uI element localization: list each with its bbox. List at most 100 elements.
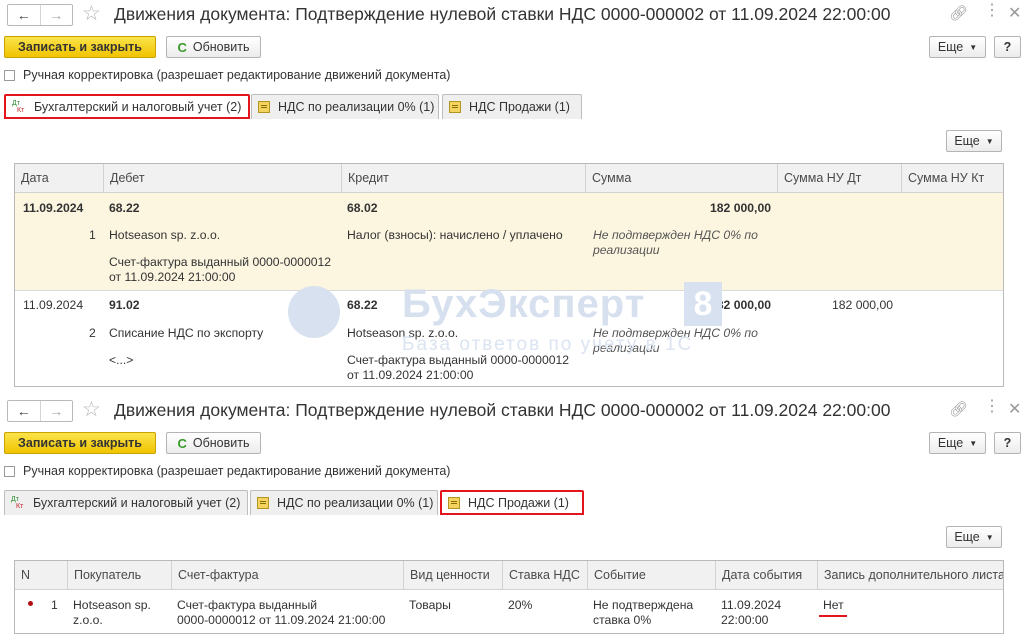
refresh-label: Обновить <box>192 40 250 54</box>
back-button[interactable]: ← <box>8 5 40 25</box>
row-value-type: Товары <box>409 598 451 612</box>
star-icon[interactable]: ☆ <box>82 2 101 26</box>
row-credit-account: 68.02 <box>347 201 378 215</box>
refresh-button[interactable]: C Обновить <box>166 36 261 58</box>
row-number: 1 <box>51 598 58 612</box>
row-note: Не подтвержден НДС 0% по <box>593 326 758 340</box>
movements-table: Дата Дебет Кредит Сумма Сумма НУ Дт Сумм… <box>14 163 1004 387</box>
tab-vat-sales-0[interactable]: НДС по реализации 0% (1) <box>250 490 438 515</box>
col-event-date[interactable]: Дата события <box>715 561 817 589</box>
row-note: Не подтвержден НДС 0% по <box>593 228 758 242</box>
manual-edit-checkbox[interactable] <box>4 465 15 477</box>
row-event-date: 11.09.2024 <box>721 598 782 612</box>
row-date: 11.09.2024 <box>23 298 84 312</box>
row-number: 2 <box>89 326 96 340</box>
register-icon <box>448 496 460 509</box>
more-button[interactable]: Еще ▼ <box>929 432 986 454</box>
row-amount: 182 000,00 <box>710 298 771 312</box>
row-debit-account: 91.02 <box>109 298 140 312</box>
row-credit-account: 68.22 <box>347 298 378 312</box>
dt-kt-icon: Дт Кт <box>12 99 25 114</box>
register-icon <box>449 101 461 113</box>
grid-more-button[interactable]: Еще ▼ <box>946 526 1002 548</box>
forward-button[interactable]: → <box>39 5 73 25</box>
col-nu-dt[interactable]: Сумма НУ Дт <box>777 164 901 192</box>
dt-kt-icon: Дт Кт <box>11 496 24 510</box>
window-title: Движения документа: Подтверждение нулево… <box>114 400 891 420</box>
help-button[interactable]: ? <box>994 432 1021 454</box>
tab-label: Бухгалтерский и налоговый учет (2) <box>33 496 241 510</box>
refresh-label: Обновить <box>192 436 250 450</box>
help-button[interactable]: ? <box>994 36 1021 58</box>
more-label: Еще <box>954 530 980 544</box>
col-nu-kt[interactable]: Сумма НУ Кт <box>901 164 1003 192</box>
row-debit-sub: <...> <box>109 353 134 367</box>
refresh-button[interactable]: C Обновить <box>166 432 261 454</box>
col-extra-sheet[interactable]: Запись дополнительного листа <box>817 561 1003 589</box>
more-icon[interactable]: ⋮ <box>984 398 1000 416</box>
vat-sales-table: N Покупатель Счет-фактура Вид ценности С… <box>14 560 1004 634</box>
row-rate: 20% <box>508 598 533 612</box>
row-event: Не подтверждена <box>593 598 694 612</box>
manual-edit-checkbox-row[interactable]: Ручная корректировка (разрешает редактир… <box>4 464 450 478</box>
tab-accounting[interactable]: Дт Кт Бухгалтерский и налоговый учет (2) <box>4 490 248 515</box>
col-date[interactable]: Дата <box>15 164 103 192</box>
forward-button[interactable]: → <box>39 401 73 421</box>
register-icon <box>258 101 270 113</box>
row-number: 1 <box>89 228 96 242</box>
title-bar: ← → ☆ Движения документа: Подтверждение … <box>0 0 1024 30</box>
tab-vat-sales[interactable]: НДС Продажи (1) <box>440 490 584 515</box>
grid-more-button[interactable]: Еще ▼ <box>946 130 1002 152</box>
chevron-down-icon: ▼ <box>969 438 978 448</box>
row-buyer: Hotseason sp. <box>73 598 151 612</box>
star-icon[interactable]: ☆ <box>82 398 101 422</box>
manual-edit-checkbox[interactable] <box>4 69 15 81</box>
row-note: реализации <box>593 243 660 257</box>
row-invoice: Счет-фактура выданный <box>177 598 318 612</box>
movements-window-1: ← → ☆ Движения документа: Подтверждение … <box>0 0 1024 396</box>
col-invoice[interactable]: Счет-фактура <box>171 561 403 589</box>
more-label: Еще <box>954 134 980 148</box>
col-event[interactable]: Событие <box>587 561 715 589</box>
manual-edit-label: Ручная корректировка (разрешает редактир… <box>23 464 451 478</box>
row-credit-sub: Налог (взносы): начислено / уплачено <box>347 228 563 242</box>
col-buyer[interactable]: Покупатель <box>67 561 171 589</box>
col-n[interactable]: N <box>15 561 67 589</box>
tab-label: Бухгалтерский и налоговый учет (2) <box>34 99 242 114</box>
link-icon[interactable]: 🔗︎ <box>949 400 968 418</box>
col-credit[interactable]: Кредит <box>341 164 585 192</box>
tab-vat-sales-0[interactable]: НДС по реализации 0% (1) <box>251 94 439 119</box>
tab-label: НДС по реализации 0% (1) <box>278 100 435 114</box>
manual-edit-label: Ручная корректировка (разрешает редактир… <box>23 68 451 82</box>
row-debit-sub: Hotseason sp. z.o.o. <box>109 228 221 242</box>
title-bar: ← → ☆ Движения документа: Подтверждение … <box>0 396 1024 426</box>
row-invoice: 0000-0000012 от 11.09.2024 21:00:00 <box>177 613 386 627</box>
close-icon[interactable]: ✕ <box>1008 399 1021 419</box>
tab-label: НДС Продажи (1) <box>469 100 570 114</box>
record-active-icon <box>28 601 33 606</box>
row-debit-sub: Счет-фактура выданный 0000-0000012 <box>109 255 332 269</box>
col-value-type[interactable]: Вид ценности <box>403 561 502 589</box>
col-rate[interactable]: Ставка НДС <box>502 561 587 589</box>
register-icon <box>257 497 269 509</box>
row-nu-dt: 182 000,00 <box>832 298 893 312</box>
more-button[interactable]: Еще ▼ <box>929 36 986 58</box>
window-title: Движения документа: Подтверждение нулево… <box>114 4 891 24</box>
refresh-icon: C <box>177 39 187 55</box>
row-note: реализации <box>593 341 660 355</box>
col-amount[interactable]: Сумма <box>585 164 777 192</box>
col-debit[interactable]: Дебет <box>103 164 341 192</box>
tab-vat-sales[interactable]: НДС Продажи (1) <box>442 94 582 119</box>
tab-label: НДС Продажи (1) <box>468 495 569 510</box>
tab-accounting[interactable]: Дт Кт Бухгалтерский и налоговый учет (2) <box>4 94 250 119</box>
row-credit-sub: от 11.09.2024 21:00:00 <box>347 368 474 382</box>
more-icon[interactable]: ⋮ <box>984 2 1000 20</box>
save-close-button[interactable]: Записать и закрыть <box>4 36 156 58</box>
link-icon[interactable]: 🔗︎ <box>949 4 968 22</box>
save-close-button[interactable]: Записать и закрыть <box>4 432 156 454</box>
chevron-down-icon: ▼ <box>969 42 978 52</box>
close-icon[interactable]: ✕ <box>1008 3 1021 23</box>
back-button[interactable]: ← <box>8 401 40 421</box>
manual-edit-checkbox-row[interactable]: Ручная корректировка (разрешает редактир… <box>4 68 450 82</box>
tab-label: НДС по реализации 0% (1) <box>277 496 434 510</box>
